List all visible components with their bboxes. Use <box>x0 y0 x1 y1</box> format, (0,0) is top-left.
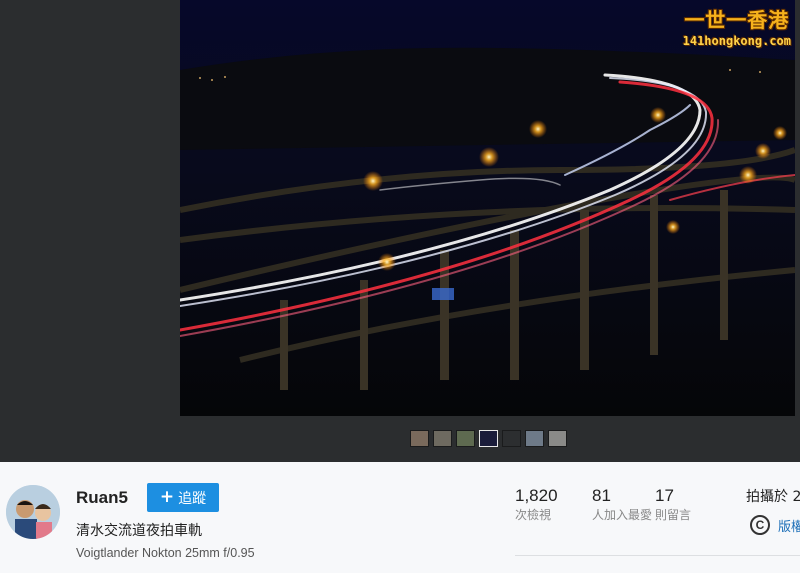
thumbnail-strip <box>410 430 567 447</box>
license-link[interactable]: C 版權 <box>750 515 800 535</box>
stat-favorites-value: 81 <box>592 486 611 505</box>
stat-views-label: 次檢視 <box>515 508 552 522</box>
avatar[interactable] <box>6 485 60 539</box>
photo-info-panel: Ruan5 + 追蹤 清水交流道夜拍車軌 Voigtlander Nokton … <box>0 462 800 573</box>
copyright-icon: C <box>750 515 770 535</box>
stat-comments[interactable]: 17 則留言 <box>655 486 691 523</box>
follow-label: 追蹤 <box>178 490 207 507</box>
license-label: 版權 <box>778 519 800 535</box>
taken-date: 拍攝於 2 <box>746 489 800 505</box>
photo-viewer: 一世一香港 141hongkong.com <box>0 0 800 462</box>
stat-favorites-label: 人加入最愛 <box>592 508 653 522</box>
thumbnail[interactable] <box>502 430 521 447</box>
thumbnail[interactable] <box>525 430 544 447</box>
thumbnail[interactable] <box>548 430 567 447</box>
watermark-url: 141hongkong.com <box>682 34 791 48</box>
watermark-logo: 一世一香港 141hongkong.com <box>683 4 791 48</box>
watermark-title: 一世一香港 <box>684 8 790 32</box>
divider <box>515 555 800 556</box>
avatar-photo-icon <box>6 485 60 539</box>
thumbnail[interactable] <box>410 430 429 447</box>
lens-info[interactable]: Voigtlander Nokton 25mm f/0.95 <box>76 546 255 560</box>
stat-views: 1,820 次檢視 <box>515 486 558 523</box>
photo-image <box>180 0 795 416</box>
thumbnail[interactable] <box>433 430 452 447</box>
thumbnail[interactable] <box>479 430 498 447</box>
stat-favorites[interactable]: 81 人加入最愛 <box>592 486 652 523</box>
stat-comments-label: 則留言 <box>655 508 692 522</box>
author-name[interactable]: Ruan5 <box>76 488 128 508</box>
thumbnail[interactable] <box>456 430 475 447</box>
plus-icon: + <box>159 487 175 507</box>
stat-views-value: 1,820 <box>515 486 558 505</box>
main-photo[interactable]: 一世一香港 141hongkong.com <box>180 0 795 416</box>
follow-button[interactable]: + 追蹤 <box>147 483 219 512</box>
photo-title: 清水交流道夜拍車軌 <box>76 523 202 539</box>
stat-comments-value: 17 <box>655 486 674 505</box>
